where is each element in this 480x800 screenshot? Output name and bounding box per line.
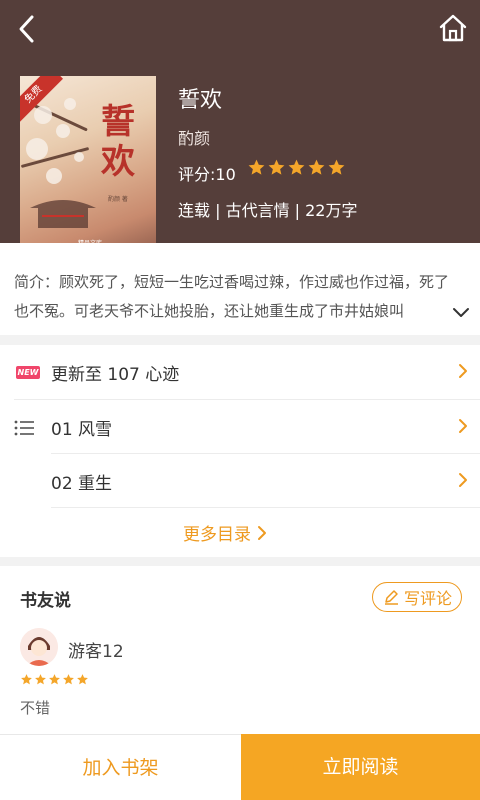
chevron-right-icon [459, 364, 467, 378]
rating-label: 评分:10 [178, 165, 236, 184]
chevron-down-icon [453, 308, 469, 317]
book-author[interactable]: 酌颜 [178, 125, 210, 149]
review-stars [20, 673, 89, 686]
home-button[interactable] [438, 12, 468, 44]
list-icon [14, 420, 34, 436]
cover-author-art: 酌颜 著 [108, 196, 128, 203]
review-text: 不错 [20, 699, 51, 717]
star-icon [63, 674, 74, 685]
star-icon [268, 159, 285, 175]
toc-item[interactable]: 02 重生 [0, 454, 480, 507]
toc-item[interactable]: 01 风雪 [0, 400, 480, 453]
cover-title-art: 誓欢 [101, 102, 135, 182]
user-avatar-icon [20, 628, 58, 666]
more-toc-link[interactable]: 更多目录 [183, 520, 267, 545]
star-icon [328, 159, 345, 175]
reviews-title: 书友说 [20, 591, 71, 611]
star-icon [288, 159, 305, 175]
back-button[interactable] [14, 12, 42, 46]
home-icon [439, 14, 467, 42]
chevron-right-icon [459, 419, 467, 433]
rating-stars [247, 158, 346, 182]
chevron-right-icon [459, 473, 467, 487]
divider [51, 507, 480, 508]
cover-blossom [34, 106, 52, 124]
review-username: 游客12 [68, 642, 124, 662]
intro-expand-button[interactable] [452, 304, 470, 317]
book-title: 誓欢 [178, 88, 223, 113]
add-to-shelf-button[interactable]: 加入书架 [0, 734, 241, 800]
star-icon [308, 159, 325, 175]
write-review-button[interactable]: 写评论 [372, 582, 462, 612]
toc-item-label: 02 重生 [51, 474, 113, 494]
intro-text: 简介：顾欢死了，短短一生吃过香喝过辣，作过威也作过福，死了也不冤。可老天爷不让她… [14, 273, 450, 320]
back-arrow-icon [19, 15, 34, 43]
book-cover[interactable]: 免费 誓欢 酌颜 著 精品文库 [20, 76, 156, 256]
star-icon [35, 674, 46, 685]
star-icon [49, 674, 60, 685]
book-meta: 连载 | 古代言情 | 22万字 [178, 201, 358, 220]
cover-blossom [26, 138, 48, 160]
write-review-label: 写评论 [403, 589, 452, 608]
star-icon [248, 159, 265, 175]
pencil-icon [384, 590, 398, 605]
cover-blossom [46, 168, 62, 184]
star-icon [21, 674, 32, 685]
cover-blossom [74, 152, 84, 162]
avatar[interactable] [20, 628, 58, 666]
toc-latest-label: 更新至 107 心迹 [51, 365, 180, 385]
chevron-right-icon [258, 525, 266, 540]
cover-blossom [64, 98, 76, 110]
cover-blossom [56, 124, 70, 138]
toc-item-label: 01 风雪 [51, 420, 113, 440]
cover-pavilion-art [30, 200, 96, 228]
new-badge: NEW [16, 366, 40, 379]
more-toc-label: 更多目录 [183, 525, 251, 545]
read-now-button[interactable]: 立即阅读 [241, 734, 480, 800]
star-icon [77, 674, 88, 685]
toc-latest-row[interactable]: NEW 更新至 107 心迹 [0, 345, 480, 398]
